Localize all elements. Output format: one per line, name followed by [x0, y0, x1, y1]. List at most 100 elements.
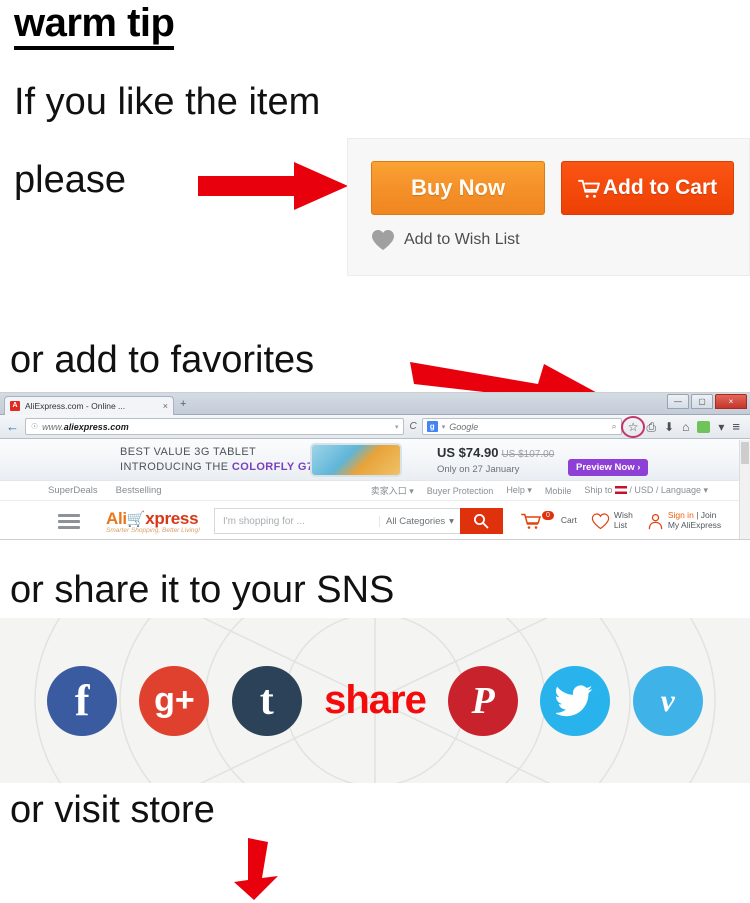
action-buttons-row: Buy Now Add to Cart — [371, 161, 734, 215]
aliexpress-promo-banner[interactable]: BEST VALUE 3G TABLET INTRODUCING THE COL… — [0, 439, 750, 481]
browser-tab-title: AliExpress.com - Online ... — [25, 401, 126, 411]
pinterest-icon[interactable]: P — [448, 665, 519, 736]
shopping-cart-icon — [577, 179, 600, 198]
new-tab-button[interactable]: + — [180, 398, 186, 410]
window-close-button[interactable]: × — [715, 394, 747, 409]
address-bar[interactable]: ☉ www.aliexpress.com ▾ — [25, 418, 405, 435]
twitter-icon[interactable] — [540, 665, 611, 736]
sign-in-link[interactable]: Sign in — [668, 510, 694, 520]
link-buyer-protection[interactable]: Buyer Protection — [427, 486, 494, 496]
tablet-product-image — [310, 443, 402, 477]
promo-page: warm tip If you like the item please Buy… — [0, 0, 750, 903]
banner-line-2: INTRODUCING THE COLORFLY G708 — [120, 460, 327, 473]
link-help[interactable]: Help ▾ — [506, 485, 532, 496]
window-minimize-button[interactable]: — — [667, 394, 689, 409]
browser-toolbar-icons: ☆ ⎙ ⬇ ⌂ ▾ ≡ — [621, 415, 746, 438]
aliexpress-toplinks: SuperDeals Bestselling 卖家入口 ▾ Buyer Prot… — [0, 481, 750, 501]
clipboard-icon[interactable]: ⎙ — [646, 421, 656, 433]
ship-to-selector[interactable]: Ship to / USD / Language ▾ — [584, 485, 708, 496]
logo-cart-icon: 🛒 — [126, 510, 146, 528]
facebook-icon[interactable]: f — [47, 665, 118, 736]
heart-icon — [372, 230, 394, 250]
link-bestselling[interactable]: Bestselling — [116, 485, 162, 496]
price-current: US $74.90 — [437, 445, 499, 460]
wishlist-label: Add to Wish List — [404, 231, 520, 248]
tip-line-if-you-like: If you like the item — [14, 81, 321, 123]
account-link[interactable]: Sign in | Join My AliExpress — [647, 510, 722, 531]
price-original: US $107.00 — [501, 449, 555, 460]
address-dropdown-icon[interactable]: ▾ — [395, 423, 399, 431]
site-info-icon: ☉ — [31, 422, 39, 431]
red-arrow-right-icon — [198, 162, 348, 210]
red-arrow-down-icon — [234, 838, 278, 900]
price-note: Only on 27 January — [437, 464, 520, 475]
extension-icon[interactable] — [697, 420, 711, 433]
highlight-circle — [621, 415, 646, 438]
banner-text: BEST VALUE 3G TABLET INTRODUCING THE COL… — [120, 445, 326, 475]
chevron-down-icon[interactable]: ▾ — [718, 421, 724, 433]
add-to-cart-label: Add to Cart — [602, 176, 718, 199]
twitter-bird-glyph — [556, 684, 593, 716]
category-select[interactable]: All Categories ▾ — [379, 515, 460, 527]
chevron-down-icon: ▾ — [449, 515, 454, 527]
add-to-wishlist-link[interactable]: Add to Wish List — [371, 229, 520, 251]
link-seller-entry[interactable]: 卖家入口 ▾ — [371, 484, 414, 497]
link-mobile[interactable]: Mobile — [545, 486, 572, 496]
banner-line-1: BEST VALUE 3G TABLET — [120, 446, 257, 458]
reload-icon[interactable]: C — [409, 421, 416, 432]
categories-menu-icon[interactable] — [58, 513, 80, 529]
browser-screenshot: A AliExpress.com - Online ... × + — ▢ × … — [0, 392, 750, 540]
download-icon[interactable]: ⬇ — [664, 421, 674, 433]
browser-search-placeholder: Google — [449, 421, 479, 432]
wishlist-label: Wish List — [613, 510, 633, 530]
page-scrollbar[interactable] — [739, 440, 750, 539]
back-arrow-icon[interactable]: ← — [6, 419, 19, 434]
header-actions: 0 Cart Wish List Sign in | Join My AliExpr… — [521, 510, 722, 531]
buy-now-button[interactable]: Buy Now — [371, 161, 545, 215]
buy-box: Buy Now Add to Cart Add to Wish List — [347, 138, 750, 276]
tip-line-visit-store: or visit store — [10, 789, 215, 831]
browser-search-box[interactable]: g ▾ Google ⌕ — [421, 418, 622, 435]
search-input[interactable]: I'm shopping for ... — [215, 516, 379, 527]
wishlist-link[interactable]: Wish List — [591, 510, 633, 531]
share-label: share — [324, 678, 427, 722]
social-icons-row: f g+ t share P v — [0, 618, 750, 783]
price-row: US $74.90 US $107.00 — [437, 444, 554, 462]
tumblr-icon[interactable]: t — [231, 665, 302, 736]
account-labels: Sign in | Join My AliExpress — [667, 510, 722, 530]
toplinks-left: SuperDeals Bestselling — [48, 485, 162, 496]
scrollbar-thumb[interactable] — [741, 442, 749, 464]
search-button[interactable] — [459, 508, 503, 534]
tip-line-favorites: or add to favorites — [10, 339, 315, 381]
window-maximize-button[interactable]: ▢ — [691, 394, 713, 409]
google-icon: g — [426, 421, 438, 432]
tip-line-please: please — [14, 159, 126, 201]
preview-now-button[interactable]: Preview Now › — [568, 459, 649, 476]
tip-line-sns: or share it to your SNS — [10, 569, 395, 611]
heart-outline-icon — [591, 512, 610, 529]
vimeo-icon[interactable]: v — [632, 665, 703, 736]
cart-icon — [521, 513, 541, 529]
window-controls: — ▢ × — [667, 394, 747, 409]
tab-close-icon[interactable]: × — [163, 401, 168, 411]
us-flag-icon — [614, 486, 627, 494]
browser-tab[interactable]: A AliExpress.com - Online ... × — [4, 396, 174, 415]
add-to-cart-button[interactable]: Add to Cart — [561, 161, 734, 215]
site-search-bar[interactable]: I'm shopping for ... All Categories ▾ — [213, 508, 461, 534]
social-share-strip: f g+ t share P v — [0, 618, 750, 783]
address-bar-url: www.aliexpress.com — [42, 421, 129, 432]
aliexpress-logo[interactable]: Ali🛒xpress Smarter Shopping, Better Livi… — [106, 509, 200, 534]
logo-tagline: Smarter Shopping, Better Living! — [106, 526, 200, 534]
home-icon[interactable]: ⌂ — [682, 421, 689, 433]
browser-navbar: ← ☉ www.aliexpress.com ▾ C g ▾ Google ⌕ … — [0, 415, 750, 439]
googleplus-icon[interactable]: g+ — [139, 665, 210, 736]
link-superdeals[interactable]: SuperDeals — [48, 485, 98, 496]
cart-link[interactable]: 0 Cart — [521, 510, 577, 530]
search-icon — [474, 514, 489, 529]
bookmark-star-highlight[interactable]: ☆ — [621, 415, 646, 438]
aliexpress-favicon-icon: A — [10, 401, 20, 411]
search-engine-caret-icon[interactable]: ▾ — [442, 423, 446, 431]
toplinks-right: 卖家入口 ▾ Buyer Protection Help ▾ Mobile Sh… — [371, 484, 708, 497]
logo-wordmark: Ali🛒xpress — [106, 508, 199, 528]
menu-icon[interactable]: ≡ — [732, 419, 740, 434]
